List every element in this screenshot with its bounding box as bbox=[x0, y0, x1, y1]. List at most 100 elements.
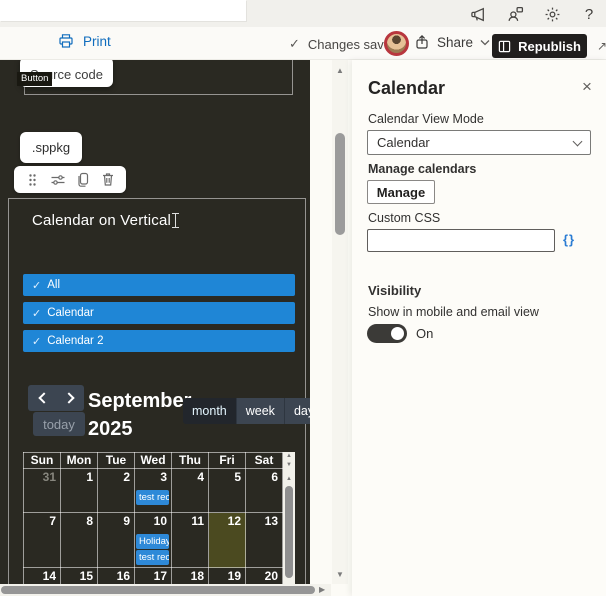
calendar-event[interactable]: test rec bbox=[136, 490, 169, 505]
scroll-up-icon[interactable]: ▲ bbox=[283, 452, 295, 461]
day-cell[interactable]: 7 bbox=[23, 512, 61, 568]
day-cell[interactable]: 31 bbox=[23, 468, 61, 513]
day-number: 1 bbox=[86, 470, 93, 484]
open-menu-remnant bbox=[0, 0, 246, 21]
visibility-toggle[interactable] bbox=[367, 324, 407, 343]
day-header: Fri bbox=[208, 452, 246, 469]
help-glyph: ? bbox=[584, 5, 594, 23]
page-horizontal-scrollbar[interactable]: ▶ bbox=[0, 584, 331, 596]
republish-icon bbox=[498, 40, 511, 52]
calendar-event[interactable]: Holiday bbox=[136, 534, 169, 549]
printer-icon bbox=[59, 34, 73, 48]
page-vertical-scrollbar[interactable]: ▲ ▼ bbox=[332, 60, 348, 584]
calendar-title: September 2025 bbox=[88, 387, 191, 443]
scroll-up-icon[interactable]: ▲ bbox=[283, 475, 295, 484]
text-cursor bbox=[172, 213, 180, 228]
day-number: 6 bbox=[271, 470, 278, 484]
browser-topbar: ? bbox=[0, 0, 606, 27]
day-cell[interactable]: 13 bbox=[245, 512, 283, 568]
day-header: Wed bbox=[134, 452, 172, 469]
day-cell[interactable]: 9 bbox=[97, 512, 135, 568]
horizontal-scroll-thumb[interactable] bbox=[1, 586, 315, 594]
filter-button[interactable]: ✓ All bbox=[23, 274, 295, 296]
custom-css-input[interactable] bbox=[367, 229, 555, 252]
view-mode-dropdown[interactable]: Calendar bbox=[367, 130, 591, 155]
resize-arrow-icon: ↗ bbox=[597, 39, 606, 53]
close-icon[interactable]: × bbox=[576, 76, 598, 98]
scroll-up-icon[interactable]: ▲ bbox=[332, 66, 348, 75]
day-number: 19 bbox=[227, 569, 241, 583]
view-button-month[interactable]: month bbox=[183, 398, 236, 424]
day-header: Mon bbox=[60, 452, 98, 469]
move-settings-icon[interactable] bbox=[49, 171, 67, 189]
manage-calendars-label: Manage calendars bbox=[368, 162, 477, 176]
calendar-scroll-thumb[interactable] bbox=[285, 486, 293, 578]
chevron-right-icon bbox=[62, 392, 75, 404]
day-cell[interactable]: 1 bbox=[60, 468, 98, 513]
day-cell[interactable]: 10 Holiday test rec bbox=[134, 512, 172, 568]
day-number: 14 bbox=[42, 569, 56, 583]
filter-button[interactable]: ✓ Calendar bbox=[23, 302, 295, 324]
day-number: 11 bbox=[191, 514, 204, 528]
scroll-right-icon[interactable]: ▶ bbox=[319, 585, 325, 594]
day-cell[interactable]: 6 bbox=[245, 468, 283, 513]
next-month-button[interactable] bbox=[56, 385, 84, 411]
day-number: 16 bbox=[116, 569, 130, 583]
people-add-icon[interactable] bbox=[506, 5, 524, 23]
webpart-title-text: Calendar on Vertical bbox=[32, 212, 172, 229]
announcements-icon[interactable] bbox=[469, 5, 487, 23]
calendar-filter-buttons: ✓ All ✓ Calendar ✓ Calendar 2 bbox=[23, 274, 295, 358]
share-button[interactable]: Share bbox=[414, 34, 490, 50]
print-button[interactable]: Print bbox=[58, 33, 111, 49]
manage-button[interactable]: Manage bbox=[367, 180, 435, 204]
filter-button[interactable]: ✓ Calendar 2 bbox=[23, 330, 295, 352]
scroll-down-icon[interactable]: ▼ bbox=[283, 461, 295, 470]
day-number: 9 bbox=[123, 514, 130, 528]
delete-icon[interactable] bbox=[99, 171, 117, 189]
day-number: 8 bbox=[86, 514, 93, 528]
day-cell[interactable]: 12 bbox=[208, 512, 246, 568]
day-number: 3 bbox=[160, 470, 167, 484]
calendar-view-switcher: monthweekday bbox=[183, 398, 310, 424]
settings-icon[interactable] bbox=[543, 5, 561, 23]
day-cell[interactable]: 4 bbox=[171, 468, 209, 513]
sppkg-file-chip[interactable]: .sppkg bbox=[20, 132, 82, 163]
sppkg-label: .sppkg bbox=[31, 140, 71, 155]
republish-label: Republish bbox=[518, 38, 581, 54]
republish-button[interactable]: Republish bbox=[492, 34, 587, 58]
calendar-scrollbar[interactable]: ▲ ▼ ▲ bbox=[283, 452, 295, 596]
page-scroll-thumb[interactable] bbox=[335, 133, 345, 235]
day-cell[interactable]: 11 bbox=[171, 512, 209, 568]
webpart-toolbar bbox=[14, 166, 126, 193]
code-braces-icon[interactable]: {} bbox=[563, 232, 575, 247]
day-number: 5 bbox=[234, 470, 241, 484]
view-button-day[interactable]: day bbox=[283, 398, 310, 424]
calendar-event[interactable]: test rec bbox=[136, 550, 169, 565]
visibility-label: Visibility bbox=[368, 283, 422, 298]
prev-month-button[interactable] bbox=[28, 385, 56, 411]
user-avatar[interactable] bbox=[384, 31, 409, 56]
chevron-left-icon bbox=[37, 392, 50, 404]
day-number: 13 bbox=[264, 514, 278, 528]
webpart-title[interactable]: Calendar on Vertical bbox=[32, 212, 180, 229]
day-cell[interactable]: 5 bbox=[208, 468, 246, 513]
calendar-nav-group bbox=[28, 385, 84, 411]
day-number: 20 bbox=[264, 569, 278, 583]
duplicate-icon[interactable] bbox=[74, 171, 92, 189]
today-button[interactable]: today bbox=[33, 412, 85, 436]
day-cell[interactable]: 3 test rec bbox=[134, 468, 172, 513]
filter-label: All bbox=[47, 279, 60, 291]
day-cell[interactable]: 2 bbox=[97, 468, 135, 513]
drag-handle-icon[interactable] bbox=[24, 171, 42, 189]
day-number: 31 bbox=[42, 470, 56, 484]
help-icon[interactable]: ? bbox=[580, 5, 598, 23]
view-button-week[interactable]: week bbox=[235, 398, 284, 424]
page-canvas: Source code Button .sppkg Calendar on Ve… bbox=[0, 60, 310, 596]
day-number: 2 bbox=[123, 470, 130, 484]
day-number: 4 bbox=[197, 470, 204, 484]
command-bar: Print ✓ Changes saved Share Republish ↗ bbox=[0, 27, 606, 60]
scroll-down-icon[interactable]: ▼ bbox=[332, 570, 348, 579]
day-cell[interactable]: 8 bbox=[60, 512, 98, 568]
filter-label: Calendar bbox=[47, 307, 94, 319]
view-mode-label: Calendar View Mode bbox=[368, 112, 484, 126]
